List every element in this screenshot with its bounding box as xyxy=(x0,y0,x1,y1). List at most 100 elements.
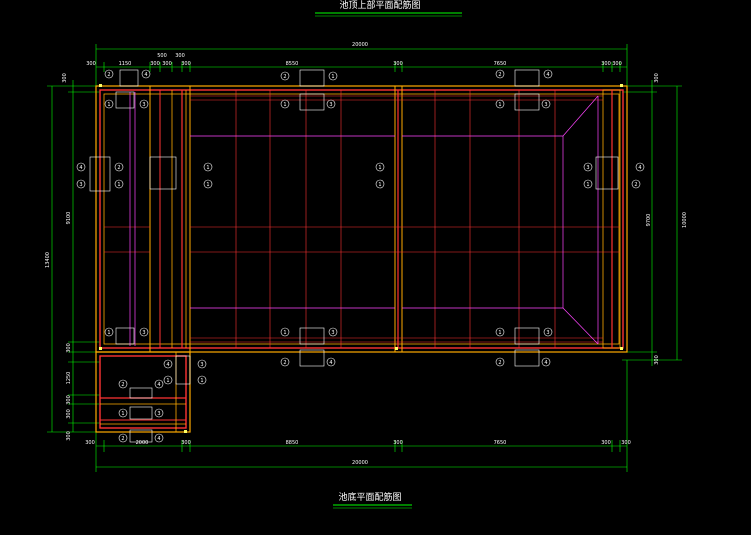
marker-cluster: 2 4 1 3 xyxy=(104,69,151,109)
marker-cluster: 4 1 3 1 xyxy=(163,355,207,385)
right-dimension-lines xyxy=(622,80,682,366)
dim-label: 2000 xyxy=(136,440,149,446)
dim-label: 300 xyxy=(66,343,72,353)
marker-label: 4 xyxy=(329,360,332,366)
marker-label: 4 xyxy=(544,360,547,366)
marker-label: 4 xyxy=(638,165,641,171)
marker-label: 2 xyxy=(121,382,124,388)
dim-label: 300 xyxy=(654,355,660,365)
marker-label: 1 xyxy=(498,330,501,336)
marker-cluster: 1 3 2 4 xyxy=(280,327,338,367)
dim-label: 500 xyxy=(157,53,167,59)
dim-label: 300 xyxy=(393,440,403,446)
dim-label: 300 xyxy=(601,440,611,446)
marker-label: 3 xyxy=(329,102,332,108)
marker-label: 4 xyxy=(157,382,160,388)
marker-label: 3 xyxy=(586,165,589,171)
marker-cluster: 1 1 xyxy=(375,162,385,189)
marker-label: 2 xyxy=(634,182,637,188)
marker-label: 2 xyxy=(121,436,124,442)
marker-label: 1 xyxy=(206,182,209,188)
top-overall-label: 20000 xyxy=(352,42,368,48)
marker-label: 4 xyxy=(79,165,82,171)
right-overall-label: 10000 xyxy=(682,212,688,228)
left-dimension-lines xyxy=(47,80,100,433)
bottom-chain-labels: 300 2000 300 8850 300 7650 300 300 xyxy=(85,440,631,446)
marker-label: 4 xyxy=(166,362,169,368)
dim-label: 300 xyxy=(86,61,96,67)
marker-cluster: 2 4 1 3 2 4 xyxy=(118,379,164,443)
top-dimension-chain xyxy=(96,62,627,72)
marker-label: 1 xyxy=(378,182,381,188)
marker-label: 1 xyxy=(166,378,169,384)
top-title: 池顶上部平面配筋图 xyxy=(339,0,420,11)
dim-label: 300 xyxy=(175,53,185,59)
top-chain-labels: 300 1150 500 300 300 300 300 8550 300 76… xyxy=(86,53,622,67)
marker-label: 3 xyxy=(79,182,82,188)
dim-label: 300 xyxy=(621,440,631,446)
marker-label: 3 xyxy=(331,330,334,336)
dim-label: 1250 xyxy=(66,372,72,385)
bottom-overall-label: 20000 xyxy=(352,460,368,466)
marker-label: 1 xyxy=(117,182,120,188)
marker-cluster: 1 3 xyxy=(104,327,149,345)
marker-label: 3 xyxy=(200,362,203,368)
dim-label: 7650 xyxy=(494,440,507,446)
marker-label: 1 xyxy=(121,411,124,417)
right-main-label: 9700 xyxy=(646,214,652,227)
dim-label: 8850 xyxy=(286,440,299,446)
rebar-markers: 2 4 1 3 2 1 1 3 2 4 1 3 4 2 3 1 1 1 1 1 … xyxy=(76,69,645,443)
marker-label: 1 xyxy=(498,102,501,108)
marker-label: 2 xyxy=(283,360,286,366)
bottom-title: 池底平面配筋图 xyxy=(338,491,401,503)
marker-label: 1 xyxy=(586,182,589,188)
dim-label: 300 xyxy=(393,61,403,67)
marker-label: 2 xyxy=(498,72,501,78)
marker-label: 3 xyxy=(544,102,547,108)
marker-label: 1 xyxy=(107,102,110,108)
marker-label: 3 xyxy=(142,330,145,336)
dim-label: 300 xyxy=(181,61,191,67)
dim-label: 300 xyxy=(150,61,160,67)
cad-drawing: 池顶上部平面配筋图 20000 300 1150 500 300 300 300… xyxy=(45,0,688,509)
marker-label: 1 xyxy=(200,378,203,384)
marker-label: 1 xyxy=(331,74,334,80)
dim-label: 300 xyxy=(66,409,72,419)
marker-label: 1 xyxy=(107,330,110,336)
marker-cluster: 1 3 2 4 xyxy=(495,327,553,367)
left-overall-label: 13400 xyxy=(45,252,51,268)
marker-label: 4 xyxy=(157,436,160,442)
dim-label: 300 xyxy=(85,440,95,446)
marker-label: 1 xyxy=(283,102,286,108)
dim-label: 300 xyxy=(654,73,660,83)
marker-label: 2 xyxy=(283,74,286,80)
dim-label: 300 xyxy=(162,61,172,67)
marker-cluster: 1 1 xyxy=(149,156,213,190)
marker-label: 3 xyxy=(546,330,549,336)
left-main-label: 9100 xyxy=(66,212,72,225)
dim-label: 300 xyxy=(62,73,68,83)
marker-label: 4 xyxy=(144,72,147,78)
dim-label: 300 xyxy=(66,431,72,441)
marker-label: 2 xyxy=(498,360,501,366)
internal-walls xyxy=(149,85,621,353)
marker-label: 3 xyxy=(142,102,145,108)
dim-label: 300 xyxy=(66,395,72,405)
marker-label: 3 xyxy=(157,411,160,417)
left-chain-labels: 300 300 1250 300 300 300 xyxy=(62,73,72,441)
dim-label: 300 xyxy=(181,440,191,446)
dim-label: 300 xyxy=(612,61,622,67)
dim-label: 7650 xyxy=(494,61,507,67)
dim-label: 8550 xyxy=(286,61,299,67)
marker-label: 1 xyxy=(206,165,209,171)
marker-label: 4 xyxy=(546,72,549,78)
marker-label: 2 xyxy=(107,72,110,78)
dim-label: 300 xyxy=(601,61,611,67)
marker-label: 1 xyxy=(378,165,381,171)
dim-label: 1150 xyxy=(119,61,132,67)
tank-outer-wall xyxy=(95,85,628,353)
marker-label: 2 xyxy=(117,165,120,171)
top-dimension-overall xyxy=(95,44,628,88)
marker-label: 1 xyxy=(283,330,286,336)
pit-slope-lines xyxy=(129,92,599,346)
